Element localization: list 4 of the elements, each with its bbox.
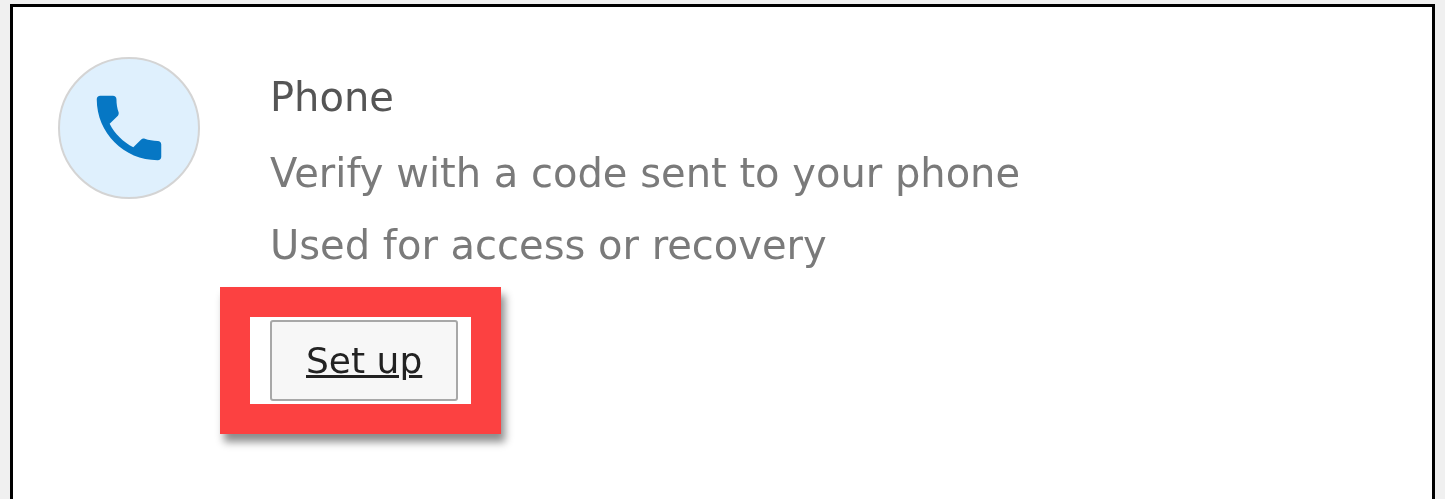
method-title: Phone bbox=[270, 73, 394, 122]
method-description: Verify with a code sent to your phone bbox=[270, 149, 1021, 198]
method-description: Used for access or recovery bbox=[270, 221, 827, 270]
setup-button[interactable]: Set up bbox=[270, 320, 459, 401]
